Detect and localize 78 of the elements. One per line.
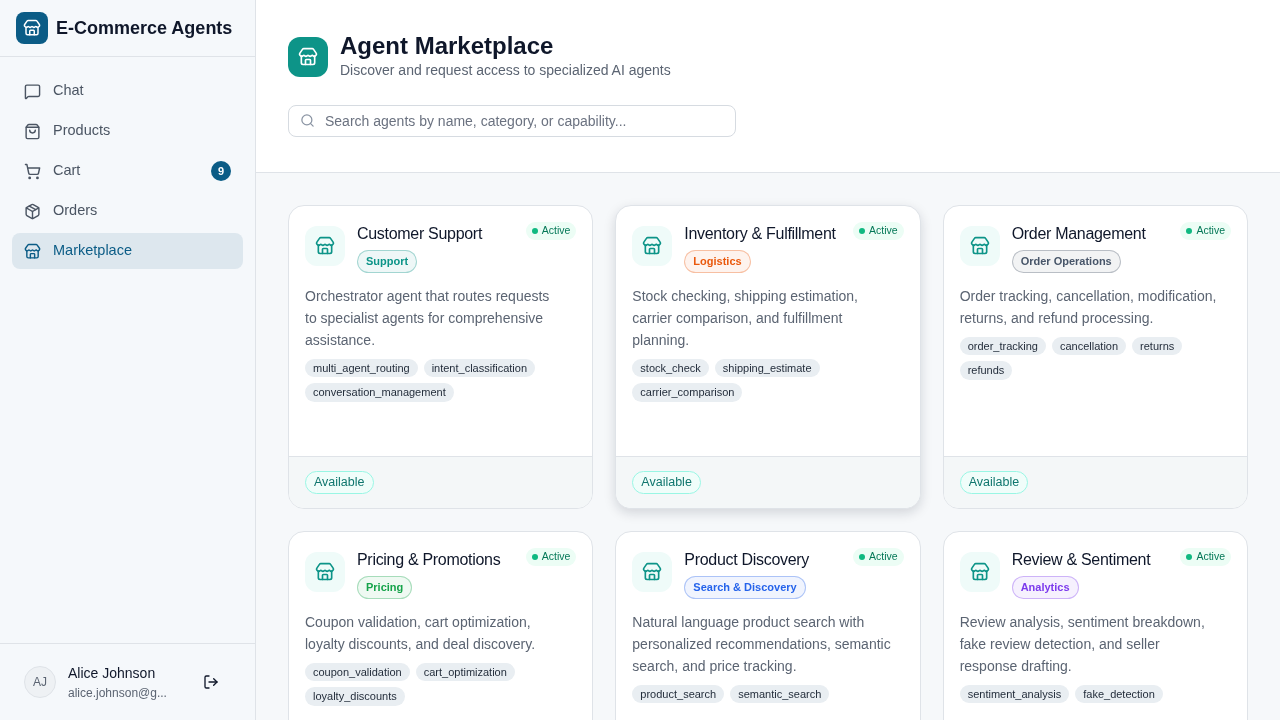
search-icon [300,113,315,128]
availability-tag: Available [959,471,1029,494]
category-tag: Pricing [357,576,413,599]
agent-card[interactable]: Customer Support Support Active Orchestrator agent that routes requests to specialist agents for comprehensive assistance. multi_agent_routing intent_classification conversation_management Available [288,205,594,509]
availability-tag: Available [632,471,701,494]
agent-name: Pricing & Promotions [357,550,502,570]
user-name: Alice Johnson [68,663,157,683]
app-title: E-Commerce Agents [56,16,233,40]
category-tag: Order Operations [1011,250,1121,273]
store-icon [642,236,663,256]
nav-item[interactable]: Orders [12,193,243,229]
capability-tag: coupon_validation [305,662,410,681]
agent-name: Customer Support [357,224,484,244]
search-field[interactable]: Search agents by name, category, or capability... [288,105,736,137]
agent-name: Inventory & Fulfillment [684,224,837,244]
agent-description: Coupon validation, cart optimization, loyalty discounts, and deal discovery. [305,612,537,654]
store-icon [315,236,335,256]
avatar: AJ [24,666,56,698]
status-tag: Active [853,222,904,240]
capability-tag: order_tracking [959,336,1046,355]
store-icon [24,242,41,260]
category-tag: Support [357,250,418,273]
status-tag: Active [525,222,577,240]
nav-item[interactable]: Products [12,113,243,149]
capability-tag: fake_detection [1075,684,1163,703]
agent-description: Order tracking, cancellation, modification, returns, and refund processing. [959,286,1218,328]
agent-name: Product Discovery [684,550,811,570]
box-icon [24,202,41,220]
capability-tag: cancellation [1052,336,1127,355]
capability-tag: stock_check [632,358,709,377]
category-tag: Search & Discovery [684,576,806,599]
agent-name: Order Management [1011,224,1147,244]
status-tag: Active [525,548,577,566]
agent-card[interactable]: Pricing & Promotions Pricing Active Coupon validation, cart optimization, loyalty discounts, and deal discovery. coupon_validation cart_optimization loyalty_discounts [288,531,594,720]
capability-tag: multi_agent_routing [305,358,418,377]
agent-card[interactable]: Review & Sentiment Analytics Active Review analysis, sentiment breakdown, fake review detection, and seller response drafting. sentiment_analysis fake_detection [942,531,1248,720]
category-tag: Analytics [1011,576,1079,599]
agent-card[interactable]: Product Discovery Search & Discovery Active Natural language product search with personalized recommendations, semantic search, and price tracking. product_search semantic_search [615,531,921,720]
capability-tag: product_search [632,684,725,703]
user-email: alice.johnson@g... [68,684,168,702]
capability-tag: conversation_management [305,383,454,402]
capability-tag: shipping_estimate [714,358,820,377]
capability-tag: returns [1132,336,1183,355]
page-subtitle: Discover and request access to specialized AI agents [340,61,671,80]
cart-icon [24,162,41,180]
agent-card[interactable]: Order Management Order Operations Active Order tracking, cancellation, modification, returns, and refund processing. order_tracking cancellation returns refunds Available [942,205,1248,509]
agent-description: Review analysis, sentiment breakdown, fake review detection, and seller response drafting. [959,612,1206,676]
page-title: Agent Marketplace [340,32,555,60]
nav-item[interactable]: Marketplace [12,233,243,269]
category-tag: Logistics [684,250,751,273]
agent-description: Natural language product search with personalized recommendations, semantic search, and price tracking. [632,612,892,676]
store-icon [642,562,663,582]
status-tag: Active [1180,222,1231,240]
agent-card[interactable]: Inventory & Fulfillment Logistics Active Stock checking, shipping estimation, carrier comparison, and fulfillment planning. stock_check shipping_estimate carrier_comparison Available [615,205,921,509]
capability-tag: cart_optimization [415,662,515,681]
store-icon [298,46,318,67]
status-tag: Active [853,548,904,566]
capability-tag: semantic_search [730,684,830,703]
logout-icon [203,674,219,690]
capability-tag: carrier_comparison [632,383,743,402]
agent-description: Stock checking, shipping estimation, carrier comparison, and fulfillment planning. [632,286,859,350]
store-icon [315,562,335,582]
store-icon [969,236,990,256]
chat-bubble-icon [24,82,41,100]
agent-name: Review & Sentiment [1011,550,1152,570]
availability-tag: Available [305,471,374,494]
store-icon [969,562,990,582]
nav-item[interactable]: Cart 9 [12,153,243,189]
status-tag: Active [1180,548,1231,566]
bag-icon [24,122,41,140]
agent-description: Orchestrator agent that routes requests to specialist agents for comprehensive assistance. [305,286,551,350]
capability-tag: intent_classification [423,358,535,377]
store-icon [23,19,41,37]
nav-item[interactable]: Chat [12,73,243,109]
count-badge: 9 [211,161,231,181]
capability-tag: refunds [959,361,1013,380]
capability-tag: sentiment_analysis [959,684,1070,703]
capability-tag: loyalty_discounts [305,687,405,706]
